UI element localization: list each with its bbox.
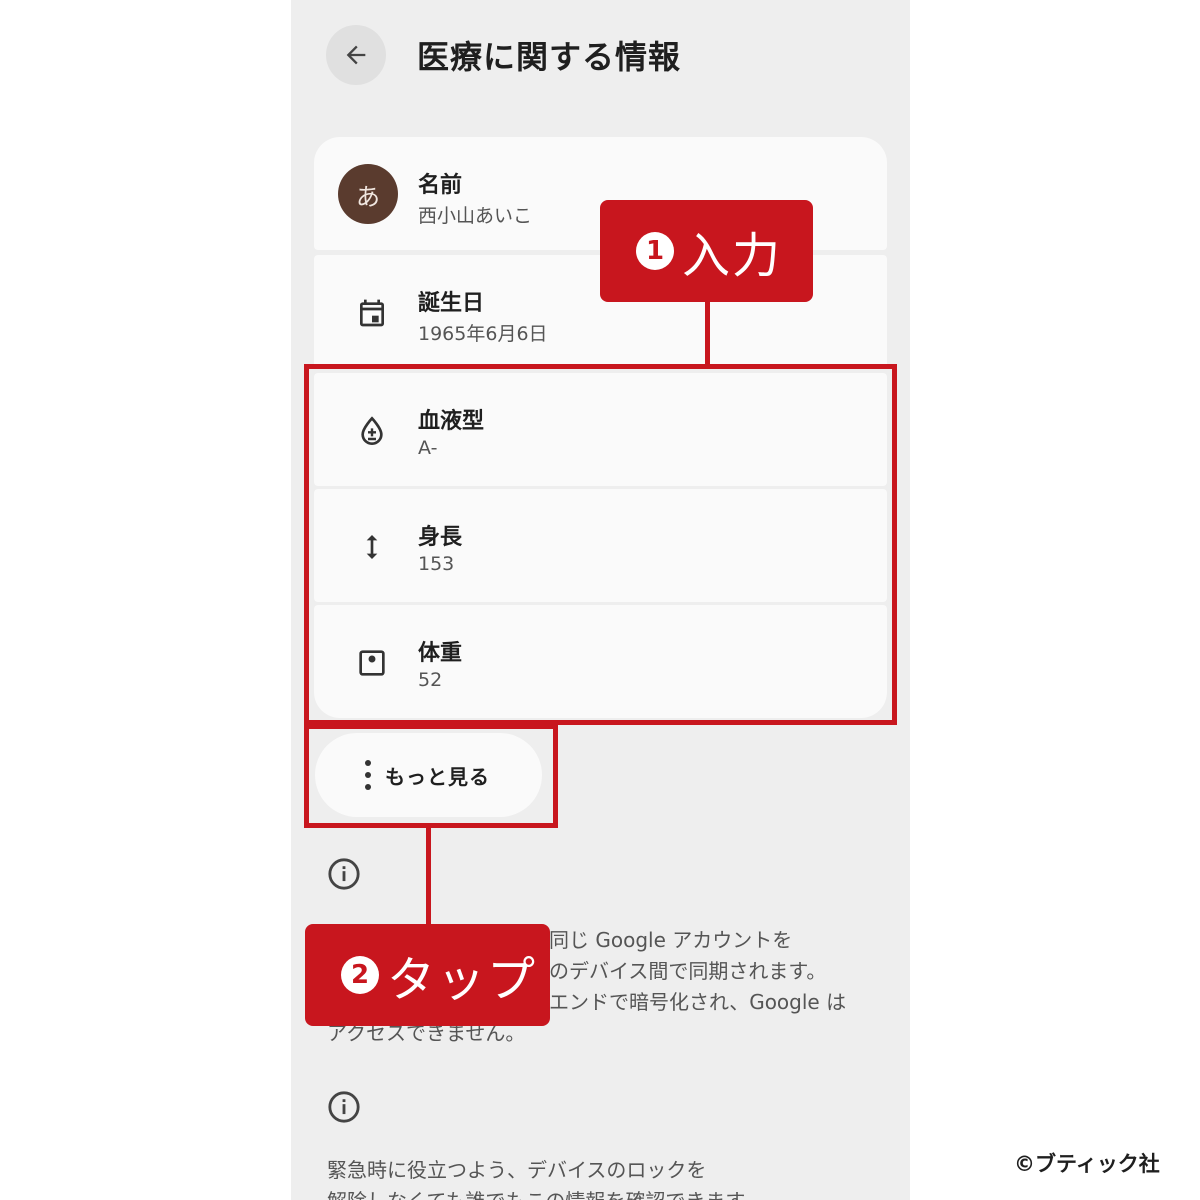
arrow-left-icon	[346, 45, 366, 65]
row-title: 名前	[418, 173, 463, 198]
row-value: 1965年6月6日	[418, 323, 548, 345]
row-title: 誕生日	[418, 291, 485, 316]
info-line: 緊急時に役立つよう、デバイスのロックを	[327, 1158, 707, 1182]
callout-label: 入力	[682, 228, 783, 284]
back-button[interactable]	[326, 25, 386, 85]
calendar-icon	[352, 293, 392, 333]
callout-input: 1 入力	[600, 200, 813, 302]
highlight-more-button	[304, 724, 558, 828]
callout-label: タップ	[387, 952, 538, 1008]
callout-number: 2	[341, 956, 379, 994]
page-title: 医療に関する情報	[417, 38, 682, 76]
callout-number: 1	[636, 232, 674, 270]
callout-tap: 2 タップ	[305, 924, 550, 1026]
callout-connector	[705, 300, 710, 366]
highlight-input-rows	[304, 364, 897, 725]
info-text-emergency: 緊急時に役立つよう、デバイスのロックを 解除しなくても誰でもこの情報を確認できま…	[327, 1155, 867, 1200]
avatar: あ	[338, 164, 398, 224]
copyright-text: ©ブティック社	[1014, 1152, 1160, 1176]
callout-connector	[426, 826, 431, 926]
row-value: 西小山あいこ	[418, 205, 533, 227]
info-line: 解除しなくても誰でもこの情報を確認できます	[327, 1186, 867, 1200]
info-icon	[328, 1091, 360, 1123]
info-icon	[328, 858, 360, 890]
